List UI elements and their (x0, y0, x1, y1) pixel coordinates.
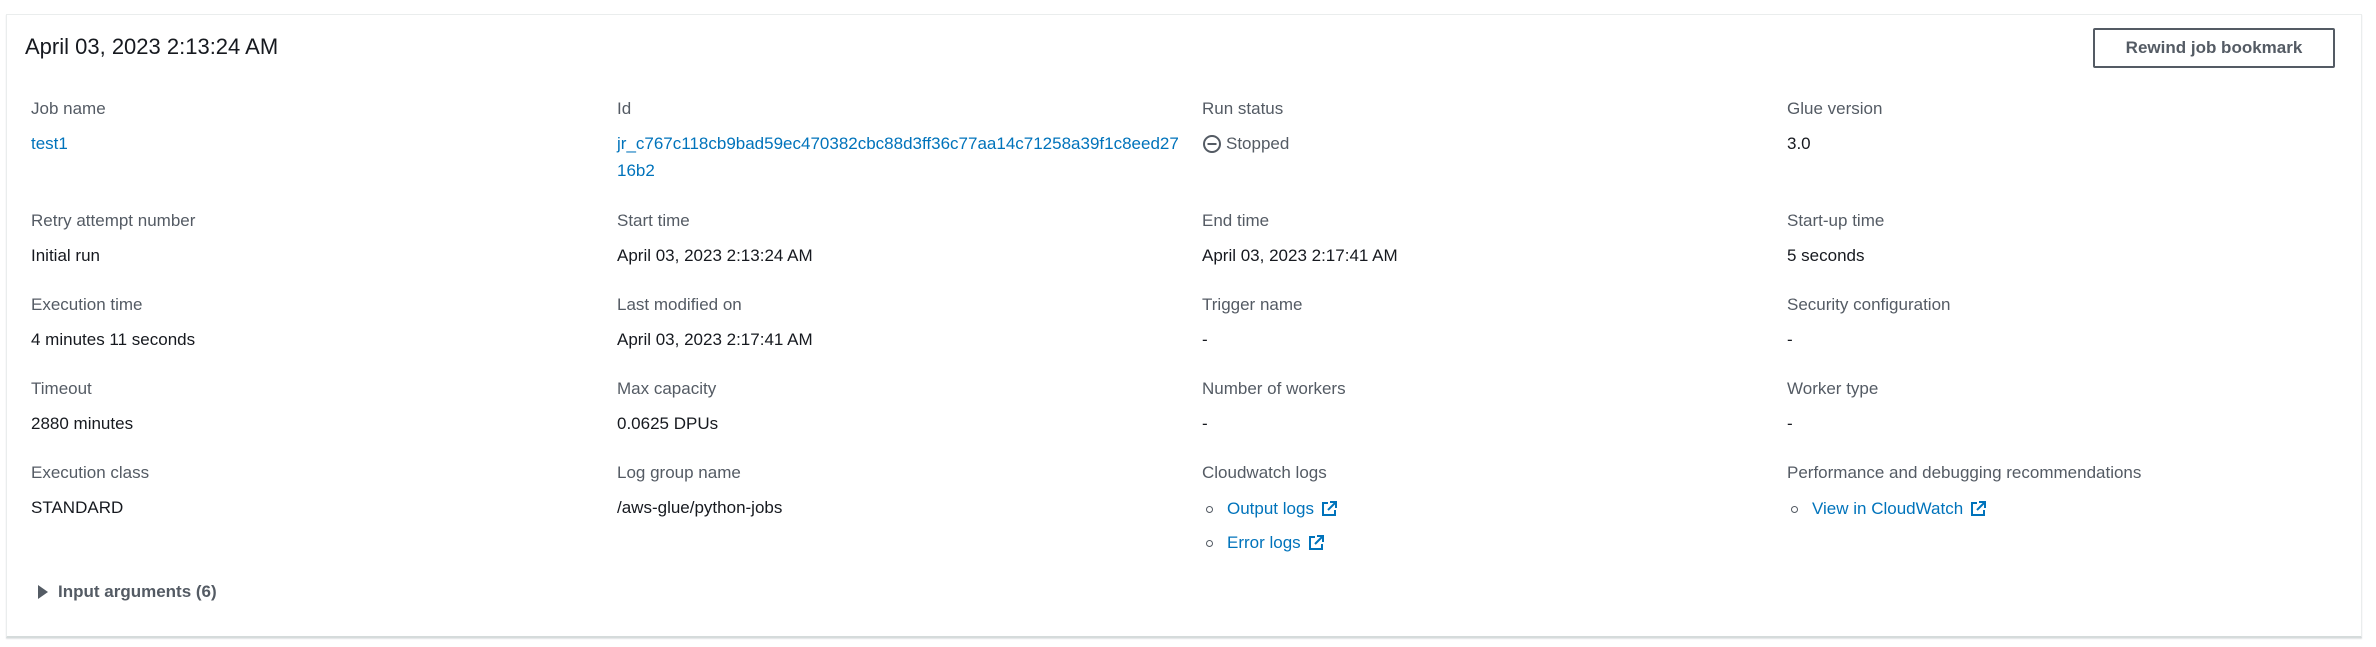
run-status-label: Run status (1202, 99, 1284, 118)
timeout-label: Timeout (31, 379, 92, 398)
bullet-icon (1791, 505, 1798, 513)
last-modified-label: Last modified on (617, 295, 742, 314)
field-max-capacity: Max capacity 0.0625 DPUs (617, 378, 1177, 437)
start-time-value: April 03, 2023 2:13:24 AM (617, 246, 813, 265)
glue-version-value: 3.0 (1787, 134, 1811, 153)
max-capacity-label: Max capacity (617, 379, 717, 398)
stopped-status-icon (1203, 134, 1221, 153)
external-link-icon[interactable] (1307, 534, 1325, 552)
field-execution-time: Execution time 4 minutes 11 seconds (31, 294, 591, 353)
execution-time-value: 4 minutes 11 seconds (31, 330, 196, 349)
run-status-text: Stopped (1226, 134, 1290, 153)
field-retry-attempt: Retry attempt number Initial run (31, 210, 591, 269)
input-arguments-label[interactable]: Input arguments (6) (58, 582, 217, 602)
glue-version-label: Glue version (1787, 99, 1883, 118)
field-last-modified: Last modified on April 03, 2023 2:17:41 … (617, 294, 1177, 353)
rewind-job-bookmark-button[interactable]: Rewind job bookmark (2093, 28, 2335, 68)
id-label: Id (617, 99, 632, 118)
list-item: Error logs (1202, 526, 1762, 560)
retry-attempt-label: Retry attempt number (31, 211, 196, 230)
field-startup-time: Start-up time 5 seconds (1787, 210, 2347, 269)
worker-type-value: - (1787, 414, 1793, 433)
list-item: Output logs (1202, 492, 1762, 526)
field-start-time: Start time April 03, 2023 2:13:24 AM (617, 210, 1177, 269)
field-run-status: Run status Stopped (1202, 98, 1762, 157)
job-name-label: Job name (31, 99, 106, 118)
timeout-value: 2880 minutes (31, 414, 134, 433)
security-config-value: - (1787, 330, 1793, 349)
field-trigger-name: Trigger name - (1202, 294, 1762, 353)
field-glue-version: Glue version 3.0 (1787, 98, 2347, 157)
trigger-name-label: Trigger name (1202, 295, 1303, 314)
field-timeout: Timeout 2880 minutes (31, 378, 591, 437)
job-name-link[interactable]: test1 (31, 130, 591, 157)
trigger-name-value: - (1202, 330, 1208, 349)
last-modified-value: April 03, 2023 2:17:41 AM (617, 330, 813, 349)
output-logs-link[interactable]: Output logs (1227, 496, 1314, 522)
startup-time-label: Start-up time (1787, 211, 1885, 230)
view-in-cloudwatch-link[interactable]: View in CloudWatch (1812, 496, 1963, 522)
execution-class-value: STANDARD (31, 498, 124, 517)
retry-attempt-value: Initial run (31, 246, 100, 265)
id-link[interactable]: jr_c767c118cb9bad59ec470382cbc88d3ff36c7… (617, 130, 1179, 184)
log-group-label: Log group name (617, 463, 741, 482)
security-config-label: Security configuration (1787, 295, 1951, 314)
run-status-value: Stopped (1202, 130, 1762, 157)
field-log-group: Log group name /aws-glue/python-jobs (617, 462, 1177, 521)
field-id: Id jr_c767c118cb9bad59ec470382cbc88d3ff3… (617, 98, 1179, 184)
worker-type-label: Worker type (1787, 379, 1879, 398)
error-logs-link[interactable]: Error logs (1227, 530, 1301, 556)
execution-class-label: Execution class (31, 463, 150, 482)
list-item: View in CloudWatch (1787, 492, 2347, 526)
performance-debugging-list: View in CloudWatch (1787, 492, 2347, 526)
field-number-of-workers: Number of workers - (1202, 378, 1762, 437)
cloudwatch-logs-label: Cloudwatch logs (1202, 463, 1327, 482)
startup-time-value: 5 seconds (1787, 246, 1865, 265)
execution-time-label: Execution time (31, 295, 143, 314)
field-job-name: Job name test1 (31, 98, 591, 157)
end-time-label: End time (1202, 211, 1270, 230)
field-end-time: End time April 03, 2023 2:17:41 AM (1202, 210, 1762, 269)
field-execution-class: Execution class STANDARD (31, 462, 591, 521)
field-cloudwatch-logs: Cloudwatch logs Output logs Error logs (1202, 462, 1762, 560)
input-arguments-expander[interactable]: Input arguments (6) (38, 582, 217, 602)
external-link-icon[interactable] (1969, 500, 1987, 518)
bullet-icon (1206, 539, 1213, 547)
page-title: April 03, 2023 2:13:24 AM (25, 34, 279, 59)
start-time-label: Start time (617, 211, 690, 230)
external-link-icon[interactable] (1320, 500, 1338, 518)
cloudwatch-logs-list: Output logs Error logs (1202, 492, 1762, 560)
max-capacity-value: 0.0625 DPUs (617, 414, 719, 433)
number-of-workers-label: Number of workers (1202, 379, 1346, 398)
number-of-workers-value: - (1202, 414, 1208, 433)
caret-right-icon[interactable] (38, 585, 48, 599)
field-security-config: Security configuration - (1787, 294, 2347, 353)
log-group-value: /aws-glue/python-jobs (617, 498, 783, 517)
field-performance-debugging: Performance and debugging recommendation… (1787, 462, 2347, 526)
performance-debugging-label: Performance and debugging recommendation… (1787, 463, 2142, 482)
field-worker-type: Worker type - (1787, 378, 2347, 437)
end-time-value: April 03, 2023 2:17:41 AM (1202, 246, 1398, 265)
bullet-icon (1206, 505, 1213, 513)
